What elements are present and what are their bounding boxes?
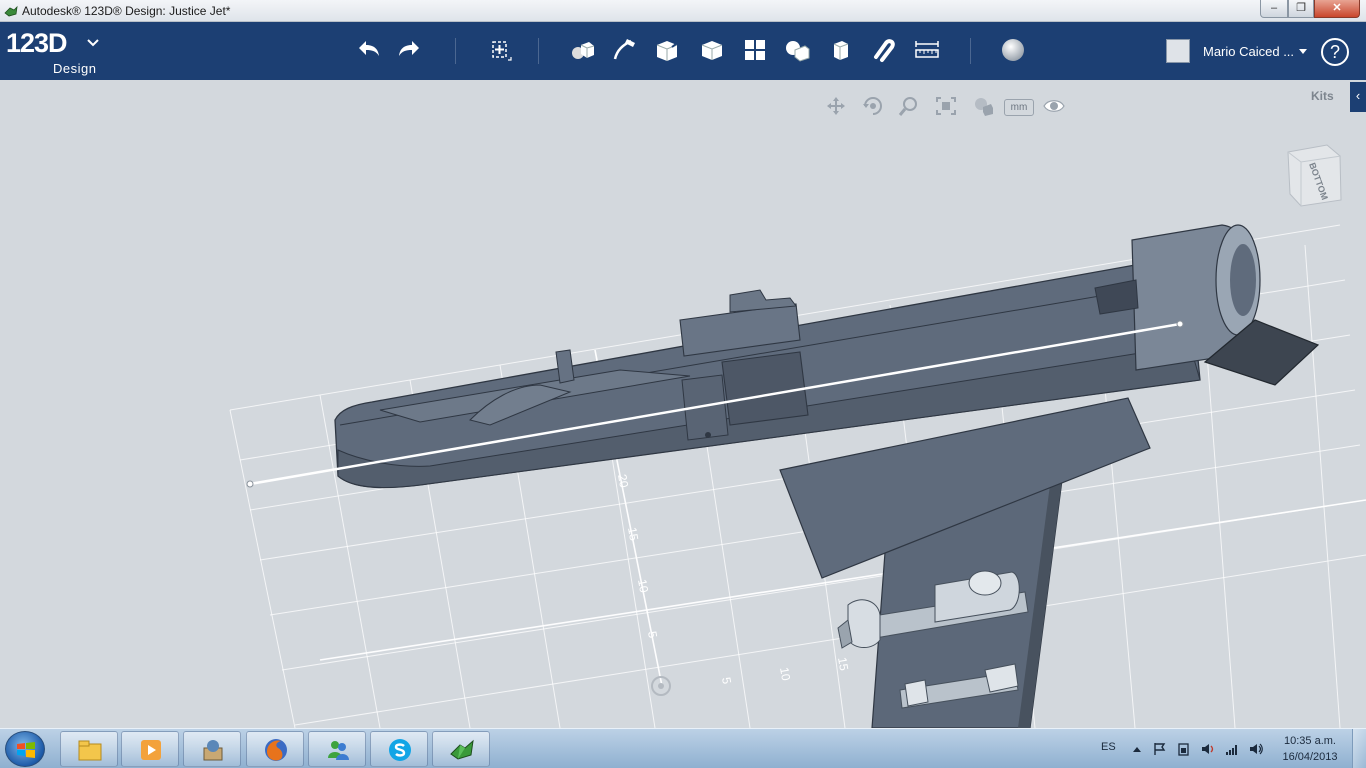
messenger-icon [328,741,349,760]
app-menu-button[interactable]: 123D Design [6,28,99,76]
minimize-button[interactable]: – [1260,0,1288,18]
grid-label: 5 [719,676,734,685]
firefox-icon [265,739,287,761]
pan-icon [827,97,845,115]
taskbar-app-messenger[interactable] [308,731,366,767]
help-button[interactable]: ? [1321,38,1349,66]
3d-viewport[interactable]: 25 20 15 10 5 5 10 15 20 25 [0,80,1366,728]
model-scene[interactable]: 25 20 15 10 5 5 10 15 20 25 [0,80,1366,728]
app-icon [4,5,18,17]
network-signal-icon[interactable] [1224,742,1240,756]
transform-icon [492,41,512,61]
snap-icon [874,39,895,62]
construct-button[interactable] [649,32,685,68]
show-hidden-icons-icon[interactable] [1129,742,1145,756]
taskbar: ES 10:35 a.m. 16/04/2013 [0,728,1366,768]
zoom-button[interactable] [896,94,922,118]
snap-button[interactable] [866,32,902,68]
grid-label: 10 [777,666,793,682]
taskbar-app-123d-design[interactable] [432,731,490,767]
grouping-button[interactable] [779,32,815,68]
taskbar-app-program[interactable] [183,731,241,767]
transform-button[interactable] [481,32,517,68]
fit-button[interactable] [933,94,959,118]
main-toolbar: 123D Design Mario Caiced ... ? [0,22,1366,80]
visual-style-button[interactable] [970,94,996,118]
zoom-icon [898,97,917,116]
battery-power-icon[interactable] [1176,742,1192,756]
toolbar-divider [455,38,456,64]
skype-icon [389,739,411,761]
start-button[interactable] [5,731,45,767]
measure-icon [915,41,939,58]
window-title: Autodesk® 123D® Design: Justice Jet* [22,4,231,18]
grouping-icon [786,41,810,62]
system-clock[interactable]: 10:35 a.m. 16/04/2013 [1280,733,1340,765]
taskbar-app-firefox[interactable] [246,731,304,767]
measure-button[interactable] [909,32,945,68]
logo-text: 123D [6,28,68,58]
show-desktop-button[interactable] [1352,729,1366,768]
action-center-flag-icon[interactable] [1152,742,1168,756]
avatar[interactable] [1166,39,1190,63]
speaker-icon[interactable] [1248,742,1264,756]
material-icon [1002,39,1024,61]
grid-label: 15 [625,526,641,542]
grid-label: 15 [835,656,851,672]
visibility-icon [1043,100,1065,112]
chevron-down-icon[interactable] [1298,48,1308,56]
taskbar-app-explorer[interactable] [60,731,118,767]
kits-label[interactable]: Kits [1311,89,1334,103]
redo-button[interactable] [392,32,428,68]
title-bar: Autodesk® 123D® Design: Justice Jet* – ❐… [0,0,1366,22]
combine-button[interactable] [823,32,859,68]
primitives-icon [572,42,595,59]
undo-button[interactable] [350,32,386,68]
123d-design-icon [450,739,474,760]
modify-icon [701,41,723,60]
pan-button[interactable] [823,94,849,118]
pattern-icon [745,40,765,60]
material-button[interactable] [995,32,1031,68]
windows-logo-icon [17,742,35,758]
orbit-icon [863,97,882,115]
fit-icon [936,97,956,115]
kits-panel-toggle[interactable]: ‹ [1350,82,1366,112]
combine-icon [833,41,849,60]
toolbar-divider [970,38,971,64]
construct-icon [656,38,678,61]
explorer-icon [78,740,102,761]
taskbar-app-media-player[interactable] [121,731,179,767]
toolbar-divider [538,38,539,64]
program-icon [203,740,223,761]
sketch-button[interactable] [606,32,642,68]
units-button[interactable]: mm [1004,99,1034,116]
media-player-icon [141,740,161,760]
orbit-button[interactable] [860,94,886,118]
clock-date: 16/04/2013 [1282,751,1338,763]
modify-button[interactable] [694,32,730,68]
clock-time: 10:35 a.m. [1284,735,1336,747]
maximize-button[interactable]: ❐ [1288,0,1314,18]
visibility-button[interactable] [1041,94,1067,118]
viewcube[interactable]: BOTTOM [1285,142,1343,208]
user-name[interactable]: Mario Caiced ... [1203,44,1294,59]
close-button[interactable]: ✕ [1314,0,1360,18]
redo-icon [399,41,419,56]
grid-label: 20 [615,473,631,489]
logo-subtitle: Design [53,61,97,76]
primitives-button[interactable] [564,32,600,68]
undo-icon [359,41,379,56]
visual-style-icon [975,98,993,116]
grid-label: 10 [635,578,651,594]
volume-icon[interactable] [1200,742,1216,756]
pattern-button[interactable] [737,32,773,68]
language-indicator[interactable]: ES [1101,741,1116,753]
taskbar-app-skype[interactable] [370,731,428,767]
chevron-down-icon [87,39,99,47]
sketch-icon [613,39,635,60]
